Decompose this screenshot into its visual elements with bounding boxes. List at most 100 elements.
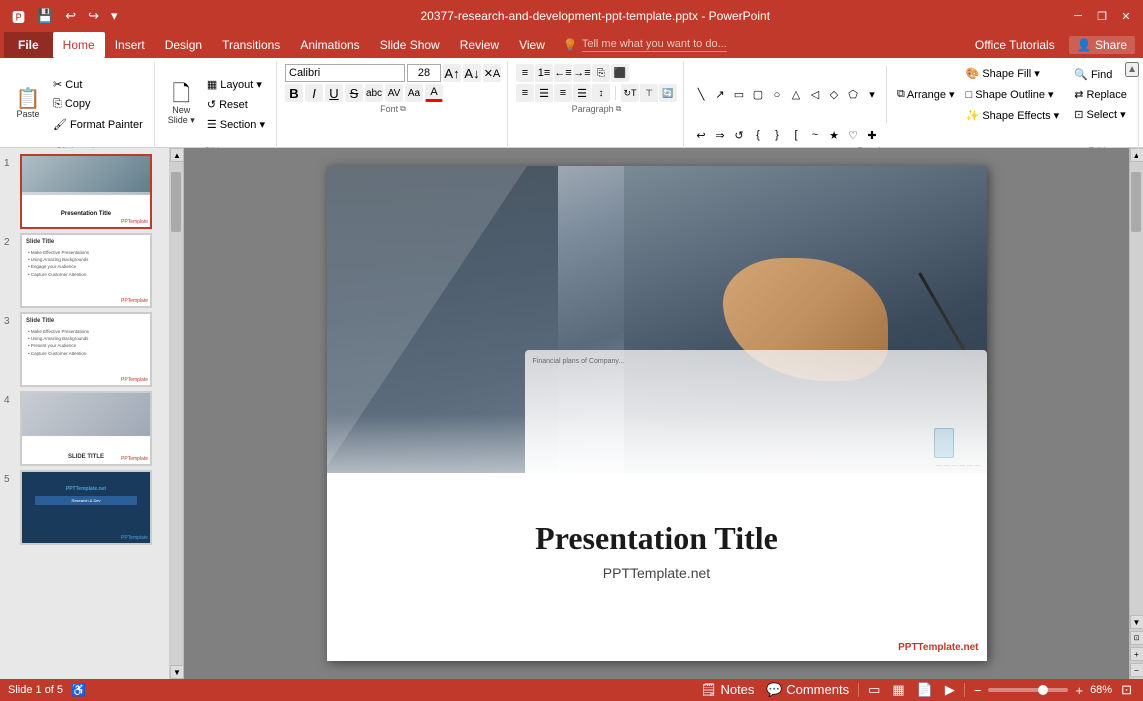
tab-design[interactable]: Design <box>155 32 212 58</box>
slide-thumb-4[interactable]: 4 SLIDE TITLE PPTemplate <box>4 391 165 466</box>
format-painter-button[interactable]: 🖌 Format Painter <box>48 115 148 134</box>
tab-insert[interactable]: Insert <box>105 32 155 58</box>
shape-star[interactable]: ★ <box>825 126 843 144</box>
shape-line[interactable]: ╲ <box>692 86 710 104</box>
shape-wave[interactable]: ~ <box>806 126 824 144</box>
text-direction-btn[interactable]: ↻T <box>621 84 639 102</box>
file-menu[interactable]: File <box>4 32 53 58</box>
columns-btn[interactable]: ⬛ <box>611 64 629 82</box>
decrease-indent-button[interactable]: ←≡ <box>554 64 572 82</box>
layout-button[interactable]: ▦ Layout ▾ <box>202 75 270 94</box>
tab-view[interactable]: View <box>509 32 555 58</box>
shape-rtri[interactable]: ◁ <box>806 86 824 104</box>
tab-review[interactable]: Review <box>450 32 509 58</box>
app-icon[interactable]: 🅿 <box>8 5 29 28</box>
undo-btn[interactable]: ↩ <box>61 6 80 26</box>
bold-button[interactable]: B <box>285 84 303 102</box>
font-size-input[interactable] <box>407 64 441 82</box>
align-left-button[interactable]: ≡ <box>516 84 534 102</box>
search-bar[interactable]: Tell me what you want to do... <box>582 38 727 52</box>
slide-thumb-2[interactable]: 2 Slide Title • Make Effective Presentat… <box>4 233 165 308</box>
font-size-btn2[interactable]: Aa <box>405 84 423 102</box>
customize-btn[interactable]: ▾ <box>107 6 122 26</box>
fit-page-btn[interactable]: ⊡ <box>1130 631 1143 645</box>
shape-bent-arrow[interactable]: ↩ <box>692 126 710 144</box>
section-button[interactable]: ☰ Section ▾ <box>202 115 270 134</box>
arrange-button[interactable]: ⧉ Arrange ▾ <box>892 85 960 104</box>
fit-slide-button[interactable]: ⊡ <box>1118 682 1135 698</box>
font-color-button[interactable]: A <box>425 84 443 102</box>
shape-block-arrow[interactable]: ⇒ <box>711 126 729 144</box>
underline-button[interactable]: U <box>325 84 343 102</box>
slide-canvas[interactable]: Financial plans of Company... — — — — — … <box>327 166 987 661</box>
font-name-input[interactable] <box>285 64 405 82</box>
font-expand-icon[interactable]: ⧉ <box>400 104 406 114</box>
slide-img-2[interactable]: Slide Title • Make Effective Presentatio… <box>20 233 152 308</box>
shape-ribbon[interactable]: { <box>749 126 767 144</box>
align-right-button[interactable]: ≡ <box>554 84 572 102</box>
canvas-area[interactable]: Financial plans of Company... — — — — — … <box>184 148 1129 679</box>
shadow-button[interactable]: abc <box>365 84 383 102</box>
slide-thumb-5[interactable]: 5 PPTTemplate.net Research & Dev PPTempl… <box>4 470 165 545</box>
bullets-button[interactable]: ≡ <box>516 64 534 82</box>
char-spacing-button[interactable]: AV <box>385 84 403 102</box>
zoom-out-button[interactable]: − <box>971 683 985 698</box>
slide-img-3[interactable]: Slide Title • Make Effective Presentatio… <box>20 312 152 387</box>
shape-fill-button[interactable]: 🎨 Shape Fill ▾ <box>961 64 1065 83</box>
comments-button[interactable]: 💬 Comments <box>763 682 852 698</box>
shape-diamond[interactable]: ◇ <box>825 86 843 104</box>
shape-rect[interactable]: ▭ <box>730 86 748 104</box>
slide-img-4[interactable]: SLIDE TITLE PPTemplate <box>20 391 152 466</box>
shape-rounded-rect[interactable]: ▢ <box>749 86 767 104</box>
slide-img-1[interactable]: Presentation Title PPTemplate <box>20 154 152 229</box>
decrease-font-btn[interactable]: A↓ <box>463 64 481 82</box>
save-btn[interactable]: 💾 <box>33 6 57 26</box>
shape-curved-arrow[interactable]: ↺ <box>730 126 748 144</box>
cut-button[interactable]: ✂ Cut <box>48 75 148 94</box>
tab-home[interactable]: Home <box>53 32 105 58</box>
new-slide-button[interactable]: 🗋 NewSlide ▾ <box>163 80 200 129</box>
increase-indent-button[interactable]: →≡ <box>573 64 591 82</box>
reading-view-button[interactable]: 📄 <box>914 682 936 698</box>
zoom-in-button[interactable]: + <box>1072 683 1086 698</box>
shape-outline-button[interactable]: □ Shape Outline ▾ <box>961 85 1065 104</box>
strikethrough-button[interactable]: S <box>345 84 363 102</box>
shape-arrow[interactable]: ↗ <box>711 86 729 104</box>
zoom-down-btn[interactable]: − <box>1130 663 1143 677</box>
increase-font-btn[interactable]: A↑ <box>443 64 461 82</box>
office-tutorials-btn[interactable]: Office Tutorials <box>967 36 1063 54</box>
replace-button[interactable]: ⇄ Replace <box>1069 85 1132 104</box>
shape-cross[interactable]: ✚ <box>863 126 881 144</box>
right-scroll-down-arrow[interactable]: ▼ <box>1130 615 1143 629</box>
shape-bracket[interactable]: [ <box>787 126 805 144</box>
shape-pentagon[interactable]: ⬠ <box>844 86 862 104</box>
shape-heart[interactable]: ♡ <box>844 126 862 144</box>
slide-sorter-button[interactable]: ▦ <box>889 682 907 698</box>
notes-button[interactable]: 🗒 Notes <box>697 682 757 698</box>
scroll-down-arrow[interactable]: ▼ <box>170 665 184 679</box>
tab-transitions[interactable]: Transitions <box>212 32 290 58</box>
scroll-track[interactable] <box>170 162 183 665</box>
line-spacing-button[interactable]: ↕ <box>592 84 610 102</box>
close-btn[interactable]: ✕ <box>1117 7 1135 25</box>
ribbon-collapse-button[interactable]: ▲ <box>1125 62 1139 77</box>
clear-format-btn[interactable]: ✕A <box>483 64 501 82</box>
zoom-slider[interactable] <box>988 688 1068 692</box>
share-btn[interactable]: 👤 Share <box>1069 36 1135 54</box>
tab-slideshow[interactable]: Slide Show <box>370 32 450 58</box>
restore-btn[interactable]: ❐ <box>1093 7 1111 25</box>
numbering-button[interactable]: 1≡ <box>535 64 553 82</box>
zoom-up-btn[interactable]: + <box>1130 647 1143 661</box>
shape-brace[interactable]: } <box>768 126 786 144</box>
slide-thumb-1[interactable]: 1 Presentation Title PPTemplate <box>4 154 165 229</box>
italic-button[interactable]: I <box>305 84 323 102</box>
align-text-btn[interactable]: ⊤ <box>640 84 658 102</box>
justify-button[interactable]: ☰ <box>573 84 591 102</box>
smartart-convert-btn[interactable]: 🔄 <box>659 84 677 102</box>
right-scroll-track[interactable] <box>1130 162 1143 615</box>
shape-effects-button[interactable]: ✨ Shape Effects ▾ <box>961 106 1065 125</box>
normal-view-button[interactable]: ▭ <box>865 682 883 698</box>
shape-circle[interactable]: ○ <box>768 86 786 104</box>
tab-animations[interactable]: Animations <box>290 32 369 58</box>
smart-art-btn[interactable]: ⎘ <box>592 64 610 82</box>
